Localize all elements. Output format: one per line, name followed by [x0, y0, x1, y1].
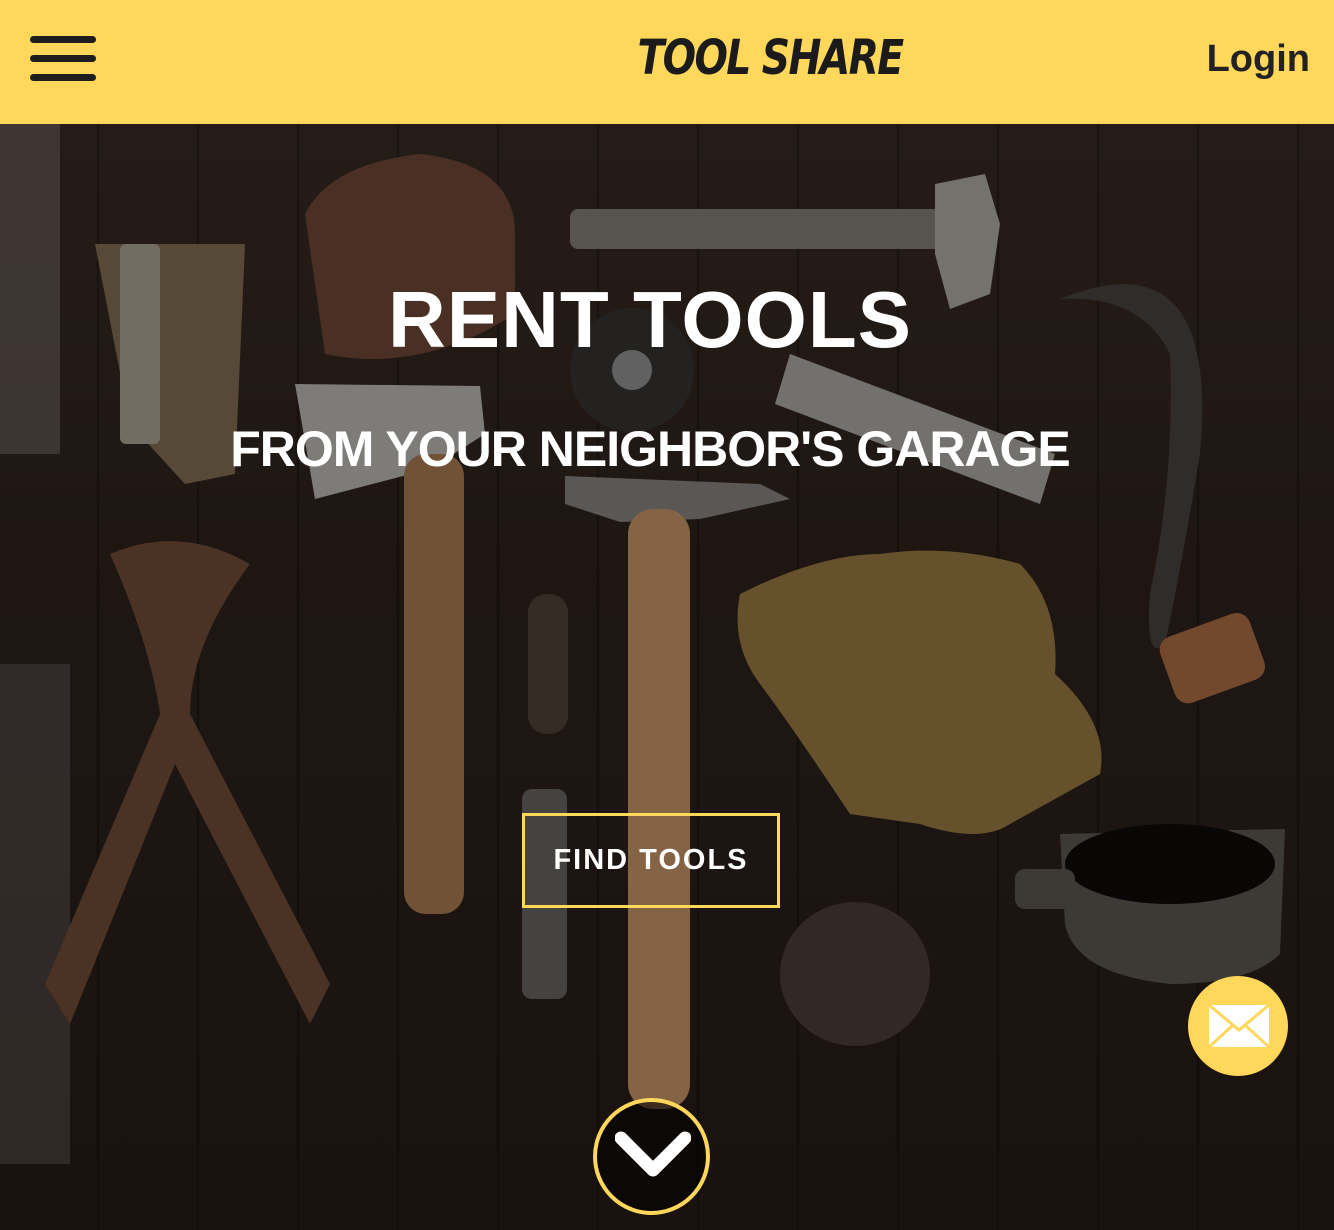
scroll-down-button[interactable]: [593, 1098, 710, 1215]
site-logo[interactable]: TOOL SHARE: [631, 30, 910, 86]
find-tools-button[interactable]: FIND TOOLS: [522, 813, 780, 908]
contact-mail-button[interactable]: [1188, 976, 1288, 1076]
menu-bar-top: [30, 36, 96, 43]
chevron-down-icon: [615, 1131, 691, 1177]
top-navigation-bar: TOOL SHARE Login: [0, 0, 1334, 124]
hero-subtitle: FROM YOUR NEIGHBOR'S GARAGE: [230, 421, 1071, 477]
menu-bar-middle: [30, 55, 96, 62]
hero-section: RENT TOOLS FROM YOUR NEIGHBOR'S GARAGE F…: [0, 124, 1334, 1230]
login-link[interactable]: Login: [1207, 38, 1310, 81]
hero-title: RENT TOOLS: [387, 275, 913, 364]
envelope-icon: [1208, 1004, 1270, 1048]
hamburger-menu-icon[interactable]: [30, 36, 96, 82]
menu-bar-bottom: [30, 74, 96, 81]
